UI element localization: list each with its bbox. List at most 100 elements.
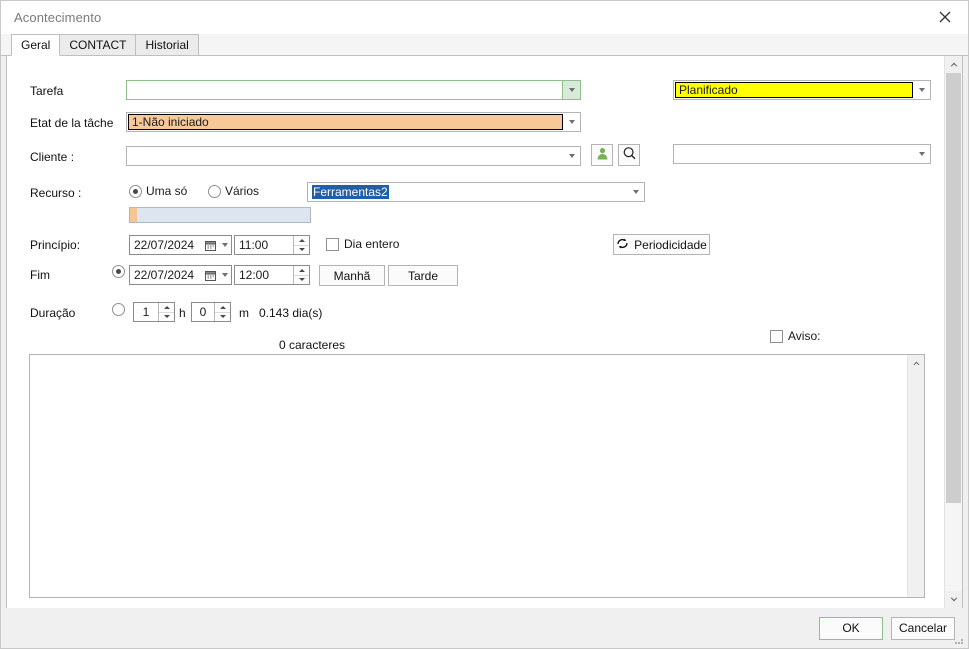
tab-historial[interactable]: Historial xyxy=(135,34,199,55)
chevron-down-icon[interactable] xyxy=(628,183,644,201)
content-wrapper: Tarefa Planificado Etat de la tâche 1-Nã… xyxy=(6,56,963,608)
duracao-radio[interactable] xyxy=(112,303,125,316)
resize-grip-icon[interactable] xyxy=(953,634,965,646)
calendar-icon[interactable] xyxy=(202,270,218,281)
window-title: Acontecimento xyxy=(14,10,102,25)
radio-indicator xyxy=(112,265,125,278)
chevron-down-icon[interactable] xyxy=(564,147,580,165)
scroll-down-arrow-icon[interactable] xyxy=(945,591,962,608)
scroll-up-arrow-icon[interactable] xyxy=(945,56,962,73)
ok-button[interactable]: OK xyxy=(819,616,883,640)
recurso-value: Ferramentas2 xyxy=(312,185,389,199)
duracao-hours-spinner[interactable] xyxy=(158,303,174,321)
tab-contact[interactable]: CONTACT xyxy=(59,34,137,55)
close-button[interactable] xyxy=(922,1,968,33)
client-search-button[interactable] xyxy=(618,144,640,166)
radio-indicator xyxy=(112,303,125,316)
cancel-button[interactable]: Cancelar xyxy=(891,616,955,640)
periodicidade-button[interactable]: Periodicidade xyxy=(613,234,710,255)
manha-button[interactable]: Manhã xyxy=(319,265,385,286)
scroll-up-arrow-icon[interactable] xyxy=(908,355,924,372)
panel-scrollbar[interactable] xyxy=(944,56,962,608)
scroll-thumb[interactable] xyxy=(946,73,961,503)
aviso-checkbox[interactable]: Aviso: xyxy=(770,329,820,343)
recurso-label-row: Recurso : xyxy=(30,186,81,200)
calendar-icon[interactable] xyxy=(202,240,218,251)
spinner-up-icon[interactable] xyxy=(215,303,230,312)
description-text[interactable] xyxy=(30,355,907,597)
etat-label: Etat de la tâche xyxy=(30,116,114,130)
form-panel: Tarefa Planificado Etat de la tâche 1-Nã… xyxy=(7,56,944,608)
radio-indicator xyxy=(129,184,142,198)
recurso-radio-multiple[interactable]: Vários xyxy=(208,184,259,198)
search-icon xyxy=(622,146,637,164)
fim-label: Fim xyxy=(30,268,50,282)
recurso-label: Recurso : xyxy=(30,186,82,200)
resource-color-segment xyxy=(130,208,137,222)
duracao-label-row: Duração xyxy=(30,306,75,320)
principio-label-row: Princípio: xyxy=(30,238,80,252)
cliente-combobox[interactable] xyxy=(126,146,581,166)
chevron-down-icon[interactable] xyxy=(564,113,580,131)
chevron-down-icon[interactable] xyxy=(914,145,930,163)
scroll-track[interactable] xyxy=(908,372,924,597)
principio-date-field[interactable]: 22/07/2024 xyxy=(129,235,232,255)
character-counter: 0 caracteres xyxy=(279,338,346,352)
etat-value: 1-Não iniciado xyxy=(128,114,563,130)
spinner-down-icon[interactable] xyxy=(215,311,230,321)
spinner-down-icon[interactable] xyxy=(159,311,174,321)
tarefa-combobox[interactable] xyxy=(126,80,581,100)
recurso-combobox[interactable]: Ferramentas2 xyxy=(307,182,645,202)
fim-date-field[interactable]: 22/07/2024 xyxy=(129,265,232,285)
principio-time-field[interactable]: 11:00 xyxy=(234,235,310,255)
spinner-up-icon[interactable] xyxy=(159,303,174,312)
chevron-down-icon[interactable] xyxy=(218,273,231,277)
chevron-down-icon[interactable] xyxy=(562,81,580,99)
spinner-up-icon[interactable] xyxy=(294,266,309,275)
chevron-down-icon[interactable] xyxy=(914,81,930,99)
extra-right-combobox[interactable] xyxy=(673,144,931,164)
description-scrollbar[interactable] xyxy=(907,355,924,597)
fim-time-field[interactable]: 12:00 xyxy=(234,265,310,285)
recurso-single-label: Uma só xyxy=(146,184,188,198)
scroll-track[interactable] xyxy=(945,73,962,591)
duracao-hours-field[interactable]: 1 xyxy=(133,302,175,322)
fim-label-row: Fim xyxy=(30,268,50,282)
spinner-down-icon[interactable] xyxy=(294,274,309,284)
aviso-label: Aviso: xyxy=(788,329,821,343)
person-icon xyxy=(596,147,609,163)
duracao-minutes-spinner[interactable] xyxy=(214,303,230,321)
etat-label-row: Etat de la tâche xyxy=(30,116,113,130)
checkbox-indicator xyxy=(770,329,783,343)
acontecimento-dialog: Acontecimento Geral CONTACT Historial Ta… xyxy=(0,0,969,649)
all-day-label: Dia entero xyxy=(344,237,400,251)
spinner-up-icon[interactable] xyxy=(294,236,309,245)
status-value: Planificado xyxy=(675,82,913,98)
tab-strip: Geral CONTACT Historial xyxy=(1,34,968,56)
fim-time-value: 12:00 xyxy=(239,268,270,282)
etat-combobox[interactable]: 1-Não iniciado xyxy=(126,112,581,132)
title-bar: Acontecimento xyxy=(1,1,968,34)
status-combobox[interactable]: Planificado xyxy=(673,80,931,100)
resource-color-bar xyxy=(129,207,311,223)
fim-radio[interactable] xyxy=(112,265,125,278)
fim-time-spinner[interactable] xyxy=(293,266,309,284)
tarde-button[interactable]: Tarde xyxy=(388,265,458,286)
spinner-down-icon[interactable] xyxy=(294,244,309,254)
duracao-label: Duração xyxy=(30,306,76,320)
client-person-button[interactable] xyxy=(591,144,613,166)
chevron-down-icon[interactable] xyxy=(218,243,231,247)
recurso-multiple-label: Vários xyxy=(225,184,260,198)
duracao-hours-value: 1 xyxy=(142,305,150,319)
hours-unit-label: h xyxy=(179,306,186,320)
tab-geral[interactable]: Geral xyxy=(11,34,61,56)
duracao-minutes-field[interactable]: 0 xyxy=(191,302,231,322)
cliente-label: Cliente : xyxy=(30,150,75,164)
periodicidade-label: Periodicidade xyxy=(634,237,707,252)
recurso-radio-single[interactable]: Uma só xyxy=(129,184,187,198)
description-textarea[interactable] xyxy=(29,354,925,598)
all-day-checkbox[interactable]: Dia entero xyxy=(326,237,399,251)
principio-time-value: 11:00 xyxy=(239,238,269,252)
principio-time-spinner[interactable] xyxy=(293,236,309,254)
dialog-footer: OK Cancelar xyxy=(1,608,968,648)
